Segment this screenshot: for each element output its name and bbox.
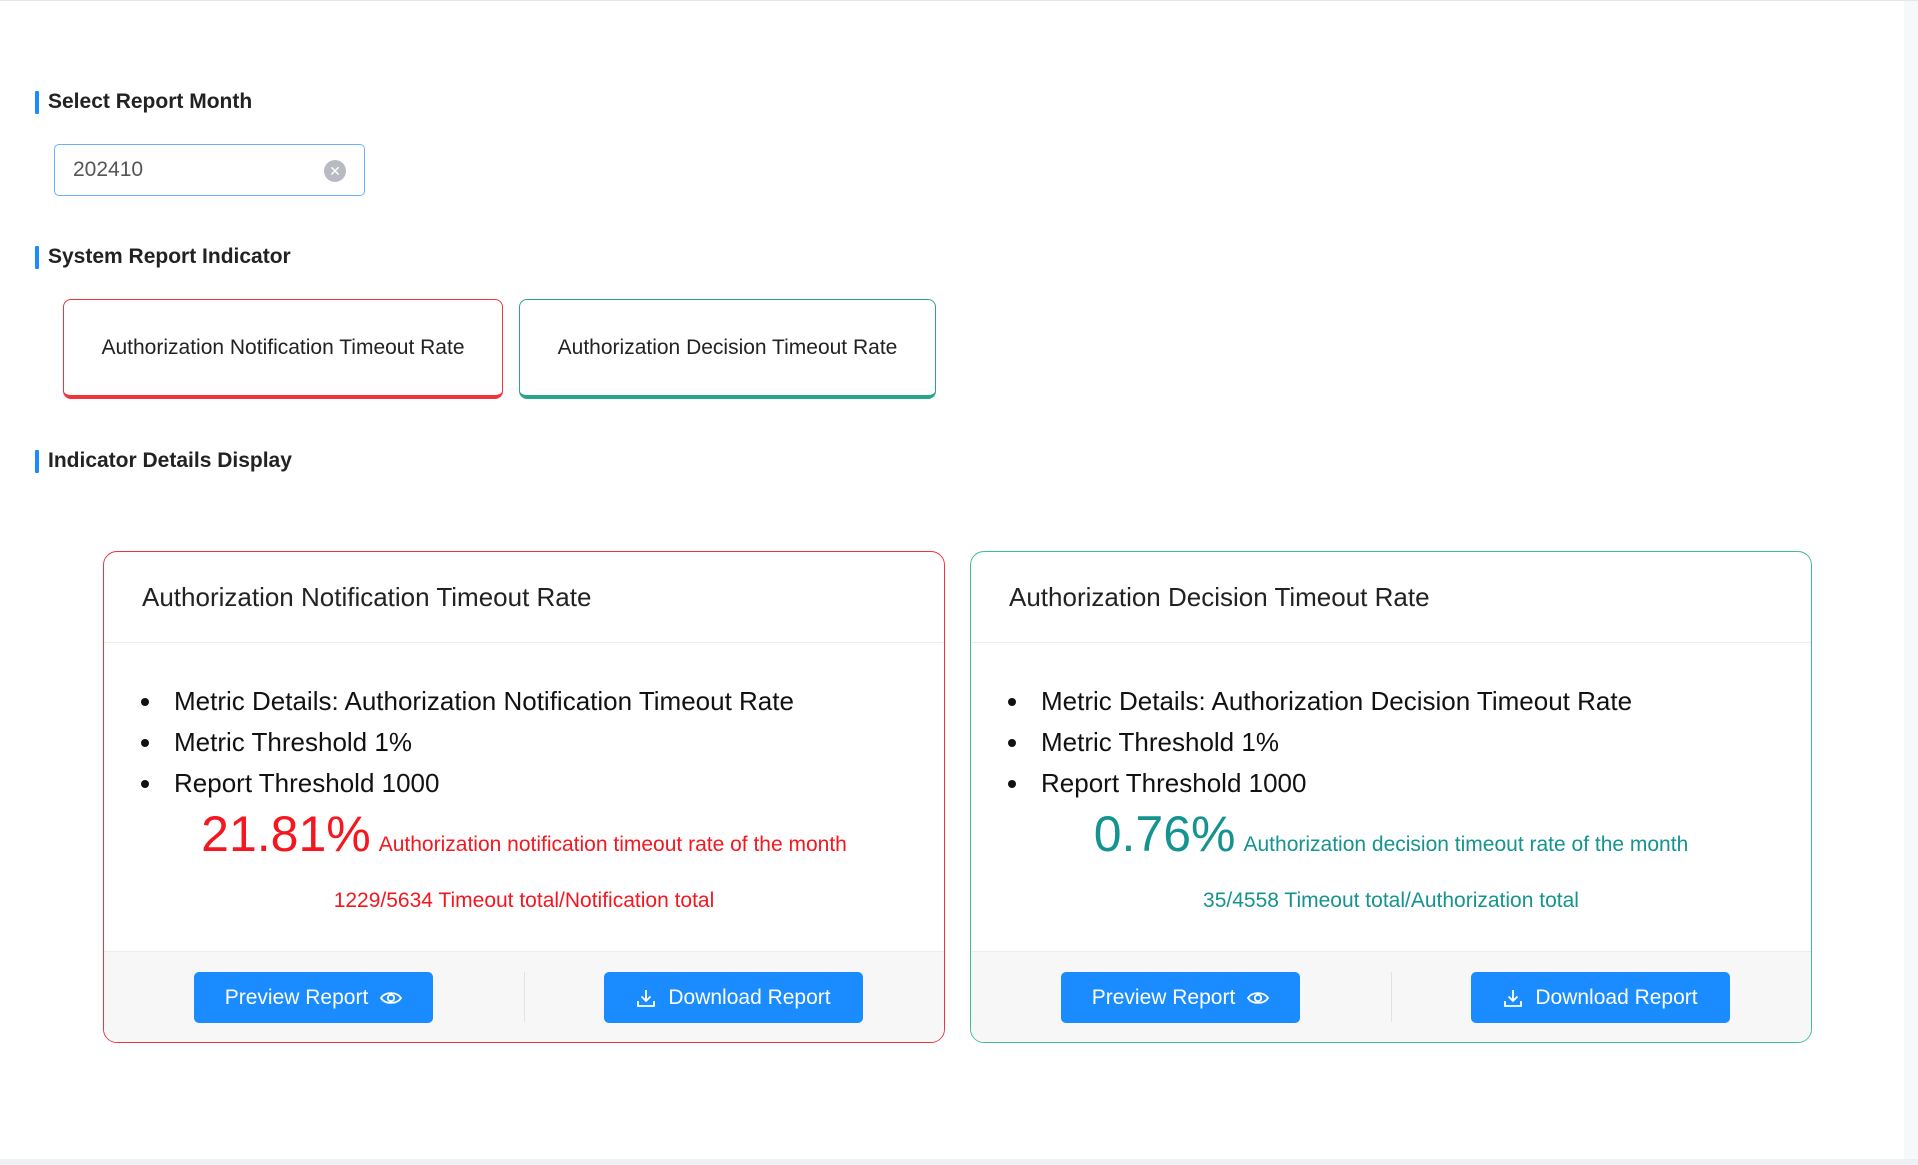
ratio-text: 1229/5634 Timeout total/Notification tot… [333,889,715,912]
report-month-value[interactable]: 202410 [73,158,143,182]
rate-value: 21.81% [201,806,371,862]
eye-icon [1247,990,1270,1006]
card-title: Authorization Notification Timeout Rate [104,552,944,643]
divider [1391,972,1392,1022]
list-item: Report Threshold 1000 [141,763,794,804]
preview-report-button[interactable]: Preview Report [194,972,433,1023]
preview-report-button[interactable]: Preview Report [1061,972,1300,1023]
report-month-picker[interactable]: 202410 ✕ [54,144,365,196]
list-item: Metric Details: Authorization Notificati… [141,681,794,722]
rate-line: 21.81% Authorization notification timeou… [104,805,944,863]
notification-timeout-card: Authorization Notification Timeout Rate … [103,551,945,1043]
decision-timeout-card: Authorization Decision Timeout Rate Metr… [970,551,1812,1043]
section-title-system-indicator: System Report Indicator [35,245,291,269]
indicator-decision-timeout-button[interactable]: Authorization Decision Timeout Rate [519,299,936,399]
indicator-label: Authorization Notification Timeout Rate [101,335,465,359]
rate-description: Authorization decision timeout rate of t… [1243,833,1689,856]
list-item: Report Threshold 1000 [1007,763,1632,804]
card-title: Authorization Decision Timeout Rate [971,552,1811,643]
divider [524,972,525,1022]
section-title-details-display: Indicator Details Display [35,449,292,473]
list-item: Metric Threshold 1% [1007,722,1632,763]
download-report-button[interactable]: Download Report [1471,972,1730,1023]
indicator-notification-timeout-button[interactable]: Authorization Notification Timeout Rate [63,299,503,399]
button-label: Download Report [668,985,831,1009]
eye-icon [380,990,403,1006]
list-item: Metric Threshold 1% [141,722,794,763]
download-icon [636,988,656,1008]
download-report-button[interactable]: Download Report [604,972,863,1023]
ratio-text: 35/4558 Timeout total/Authorization tota… [1203,889,1579,912]
download-icon [1503,988,1523,1008]
metric-details-list: Metric Details: Authorization Notificati… [141,681,794,804]
list-item: Metric Details: Authorization Decision T… [1007,681,1632,722]
scrollbar-track[interactable] [1904,1,1918,1165]
button-label: Download Report [1535,985,1698,1009]
indicator-label: Authorization Decision Timeout Rate [557,335,898,359]
report-page: Select Report Month 202410 ✕ System Repo… [0,0,1918,1165]
card-actions: Preview Report Download Report [104,951,944,1042]
rate-value: 0.76% [1093,806,1236,862]
card-body: Metric Details: Authorization Notificati… [104,643,944,953]
metric-details-list: Metric Details: Authorization Decision T… [1007,681,1632,804]
rate-line: 0.76% Authorization decision timeout rat… [971,805,1811,863]
section-title-select-month: Select Report Month [35,90,252,114]
card-body: Metric Details: Authorization Decision T… [971,643,1811,953]
button-label: Preview Report [1091,985,1236,1009]
card-actions: Preview Report Download Report [971,951,1811,1042]
page-bottom-edge [0,1159,1918,1165]
rate-description: Authorization notification timeout rate … [378,833,847,856]
button-label: Preview Report [224,985,369,1009]
close-circle-icon[interactable]: ✕ [324,160,346,182]
